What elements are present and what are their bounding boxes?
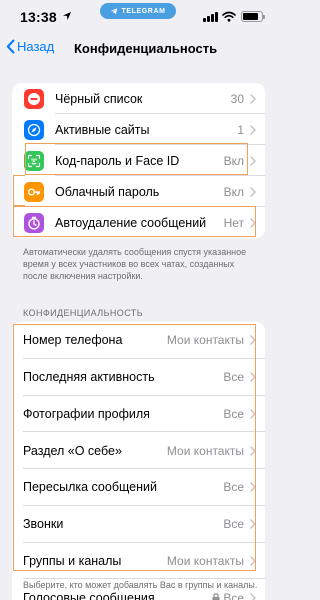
- chevron-right-icon: [250, 124, 256, 135]
- back-button-label: Назад: [17, 39, 55, 54]
- active-sites-row[interactable]: Активные сайты 1: [12, 114, 265, 145]
- profile-photos-row[interactable]: Фотографии профиля Все: [12, 396, 265, 433]
- location-arrow-icon: [63, 12, 71, 20]
- chevron-right-icon: [250, 445, 256, 456]
- row-label: Номер телефона: [23, 333, 123, 348]
- chevron-left-icon: [6, 39, 15, 54]
- row-value: Мои контакты: [166, 553, 244, 568]
- key-icon: [24, 181, 44, 202]
- row-value: Все: [223, 517, 244, 532]
- forwarded-messages-row[interactable]: Пересылка сообщений Все: [12, 469, 265, 506]
- app-pill-label: TELEGRAM: [121, 7, 166, 15]
- chevron-right-icon: [250, 556, 256, 566]
- row-value: Все: [212, 591, 244, 600]
- chevron-right-icon: [250, 482, 256, 493]
- security-group: Чёрный список 30 Активные сайты 1 Код-па…: [12, 83, 265, 238]
- row-value: Все: [223, 480, 244, 495]
- chevron-right-icon: [250, 93, 256, 104]
- row-label: Последняя активность: [23, 370, 155, 385]
- lock-icon: [212, 592, 220, 600]
- status-time: 13:38: [20, 9, 57, 25]
- last-seen-row[interactable]: Последняя активность Все: [12, 359, 265, 396]
- row-value: Вкл: [223, 153, 244, 168]
- row-value-text: Все: [223, 590, 244, 600]
- page-title: Конфиденциальность: [74, 41, 218, 56]
- chevron-right-icon: [250, 519, 256, 529]
- face-id-icon: [24, 150, 44, 171]
- row-label: Код-пароль и Face ID: [55, 153, 180, 168]
- cellular-signal-icon: [203, 12, 218, 22]
- row-value: Нет: [223, 215, 244, 230]
- timer-icon: [24, 212, 44, 233]
- chevron-right-icon: [250, 217, 256, 228]
- groups-footnote: Выберите, кто может добавлять Вас в груп…: [23, 580, 258, 590]
- navigation-bar: Назад Конфиденциальность: [0, 34, 277, 64]
- row-label: Группы и каналы: [23, 553, 122, 568]
- privacy-group: Номер телефона Мои контакты Последняя ак…: [12, 322, 265, 600]
- passcode-face-id-row[interactable]: Код-пароль и Face ID Вкл: [12, 145, 265, 176]
- groups-channels-row[interactable]: Группы и каналы Мои контакты: [12, 543, 265, 580]
- row-value: Мои контакты: [166, 333, 244, 348]
- chevron-right-icon: [250, 372, 256, 382]
- row-label: Фотографии профиля: [23, 406, 150, 421]
- row-label: Раздел «О себе»: [23, 443, 122, 458]
- row-label: Голосовые сообщения: [23, 590, 155, 600]
- wifi-icon: [222, 11, 236, 22]
- blocked-users-row[interactable]: Чёрный список 30: [12, 83, 265, 114]
- auto-delete-footnote: Автоматически удалять сообщения спустя у…: [23, 247, 247, 281]
- chevron-right-icon: [250, 592, 256, 600]
- chevron-right-icon: [250, 409, 256, 419]
- row-value: Все: [223, 406, 244, 421]
- telegram-plane-icon: [111, 8, 118, 15]
- chevron-right-icon: [250, 155, 256, 166]
- row-label: Активные сайты: [55, 122, 150, 137]
- calls-row[interactable]: Звонки Все: [12, 506, 265, 543]
- auto-delete-messages-row[interactable]: Автоудаление сообщений Нет: [12, 207, 265, 238]
- cloud-password-row[interactable]: Облачный пароль Вкл: [12, 176, 265, 207]
- back-button[interactable]: Назад: [6, 39, 54, 54]
- row-label: Автоудаление сообщений: [55, 215, 207, 230]
- blocked-icon: [24, 88, 44, 109]
- row-label: Облачный пароль: [55, 184, 160, 199]
- row-label: Пересылка сообщений: [23, 480, 157, 495]
- privacy-section-header: КОНФИДЕНЦИАЛЬНОСТЬ: [23, 308, 143, 318]
- row-value: Все: [223, 370, 244, 385]
- phone-number-row[interactable]: Номер телефона Мои контакты: [12, 322, 265, 359]
- app-pill[interactable]: TELEGRAM: [100, 3, 176, 19]
- row-value: 30: [230, 91, 244, 106]
- chevron-right-icon: [250, 186, 256, 197]
- row-label: Звонки: [23, 517, 64, 532]
- status-bar: 13:38 TELEGRAM: [0, 0, 277, 34]
- row-value: 1: [237, 122, 244, 137]
- row-label: Чёрный список: [55, 91, 143, 106]
- row-value: Мои контакты: [166, 443, 244, 458]
- chevron-right-icon: [250, 335, 256, 346]
- bio-row[interactable]: Раздел «О себе» Мои контакты: [12, 432, 265, 469]
- row-value: Вкл: [223, 184, 244, 199]
- battery-icon: [241, 11, 265, 22]
- compass-icon: [24, 119, 44, 140]
